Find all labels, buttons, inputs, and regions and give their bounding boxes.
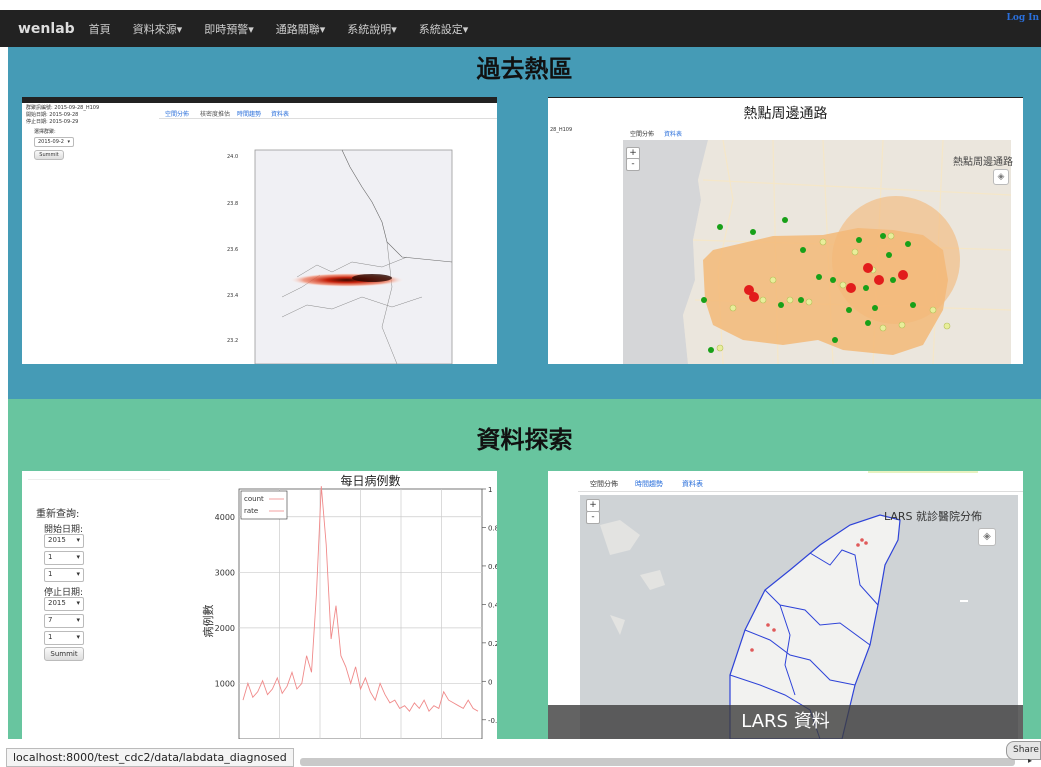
cluster-select[interactable]: 2015-09-2 ▾ [34,137,74,147]
nav-realtime-alerts[interactable]: 即時預警▾ [204,21,254,37]
y-tick-label: 23.8 [227,201,239,207]
tab-data-table[interactable]: 資料表 [271,109,289,118]
share-button[interactable]: Share [1006,741,1041,760]
cluster-select-value: 2015-09-2 [38,139,64,145]
chevron-down-icon: ▾ [76,570,80,578]
chevron-down-icon: ▾ [76,633,80,641]
tab-data-table[interactable]: 資料表 [682,479,703,489]
legend-label: count [244,495,264,503]
chevron-down-icon: ▾ [76,616,80,624]
y2-tick-label: 0.6 [488,563,497,571]
status-url: localhost:8000/test_cdc2/data/labdata_di… [6,748,294,767]
y2-tick-label: 1 [488,486,492,494]
y2-tick-label: 0 [488,678,492,686]
tab-spatial[interactable]: 空間分佈 [590,479,618,489]
requery-label: 重新查詢: [36,509,80,520]
y2-tick-label: -0.2 [488,717,497,725]
chevron-down-icon: ▾ [67,139,70,145]
nav-system-docs[interactable]: 系統說明▾ [347,21,397,37]
start-day-select[interactable]: 1 ▾ [44,568,84,582]
panel-title: 熱點周邊通路 [743,106,828,122]
login-link[interactable]: Log In [1006,13,1039,23]
map-layer-title: 熱點周邊通路 [953,157,1013,168]
nav-home[interactable]: 首頁 [89,21,111,37]
nav-channel-relations[interactable]: 通路關聯▾ [276,21,326,37]
tab-spatial[interactable]: 空間分佈 [630,129,654,138]
tab-kde[interactable]: 核密度推估 [200,109,230,118]
nav-data-sources[interactable]: 資料來源▾ [133,21,183,37]
zoom-out-button[interactable]: - [586,511,600,524]
y-tick-label: 3000 [215,568,235,577]
tab-time-trend[interactable]: 時間趨勢 [237,109,261,118]
map-layer-title: LARS 就診醫院分佈 [884,510,983,523]
end-year-value: 2015 [48,599,66,607]
legend-label: rate [244,507,258,515]
submit-button[interactable]: Summit [44,647,84,661]
select-cluster-label: 選擇群聚: [34,129,56,135]
end-month-select[interactable]: 7 ▾ [44,614,84,628]
y-tick-label: 23.2 [227,338,239,344]
chart-title: 每日病例數 [340,473,400,488]
chevron-down-icon: ▾ [76,553,80,561]
zoom-out-button[interactable]: - [626,158,640,171]
end-day-value: 1 [48,633,53,641]
tab-data-table[interactable]: 資料表 [664,129,682,138]
y-tick-label: 23.6 [227,247,239,253]
end-date-text: 停止日期: 2015-09-29 [26,119,79,125]
cluster-id-text: 群聚訊編號: 2015-09-28_H109 [26,105,100,111]
end-day-select[interactable]: 1 ▾ [44,631,84,645]
chevron-down-icon: ▾ [76,536,80,544]
y-tick-label: 23.4 [227,293,239,299]
lars-map [580,495,1018,739]
y2-tick-label: 0.8 [488,524,497,532]
submit-button[interactable]: Summit [34,150,64,160]
start-month-select[interactable]: 1 ▾ [44,551,84,565]
y-tick-label: 4000 [215,513,235,522]
layers-icon[interactable]: ◈ [978,528,996,546]
layers-icon[interactable]: ◈ [993,169,1009,185]
start-date-text: 開始日期: 2015-09-28 [26,112,79,118]
section-title: 過去熱區 [476,55,573,83]
start-day-value: 1 [48,570,53,578]
end-month-value: 7 [48,616,53,624]
chevron-down-icon: ▾ [76,599,80,607]
section-title: 資料探索 [476,426,573,454]
daily-cases-panel: 重新查詢: 開始日期: 2015 ▾ 1 ▾ 1 ▾ 停止日期: 2015 ▾ 7 ▾ 1… [22,471,497,739]
start-year-select[interactable]: 2015 ▾ [44,534,84,548]
tab-spatial[interactable]: 空間分佈 [165,109,189,118]
lars-caption: LARS 資料 [548,705,1023,739]
data-exploration-section: 資料探索 重新查詢: 開始日期: 2015 ▾ 1 ▾ 1 ▾ 停止日期: 2015 ▾… [8,399,1041,739]
hotspot-roads-panel: 熱點周邊通路 28_H109 空間分佈 資料表 + - 熱點周邊通路 ◈ [548,97,1023,364]
hotspot-map [623,140,1011,364]
y-tick-label: 2000 [215,624,235,633]
top-navbar: wenlab 首頁 資料來源▾ 即時預警▾ 通路關聯▾ 系統說明▾ 系統設定▾ … [0,10,1041,47]
y-axis-label: 病例數 [201,605,215,638]
start-month-value: 1 [48,553,53,561]
kde-panel: 群聚訊編號: 2015-09-28_H109 開始日期: 2015-09-28 … [22,97,497,364]
panel-header-bar [22,97,497,103]
scroll-right-icon[interactable]: ▸ [1028,756,1032,765]
kde-map [254,149,453,364]
y2-tick-label: 0.2 [488,640,497,648]
end-year-select[interactable]: 2015 ▾ [44,597,84,611]
nav-system-settings[interactable]: 系統設定▾ [419,21,469,37]
cluster-id-fragment: 28_H109 [550,127,573,133]
lars-panel: 空間分佈 時間趨勢 資料表 + - LARS 就診醫院分佈 ◈ LARS 資料 [548,471,1023,739]
y2-tick-label: 0.4 [488,601,497,609]
horizontal-scrollbar[interactable] [300,758,1015,766]
start-year-value: 2015 [48,536,66,544]
y-tick-label: 24.0 [227,154,239,160]
brand-logo[interactable]: wenlab [18,21,75,37]
tab-time-trend[interactable]: 時間趨勢 [635,479,663,489]
past-hotspots-section: 過去熱區 群聚訊編號: 2015-09-28_H109 開始日期: 2015-0… [8,47,1041,399]
y-tick-label: 1000 [215,679,235,688]
daily-cases-chart: 1000 2000 3000 4000 -0.2 0 0.2 0.4 0.6 0.8 1 每日病例數病… [201,473,497,739]
